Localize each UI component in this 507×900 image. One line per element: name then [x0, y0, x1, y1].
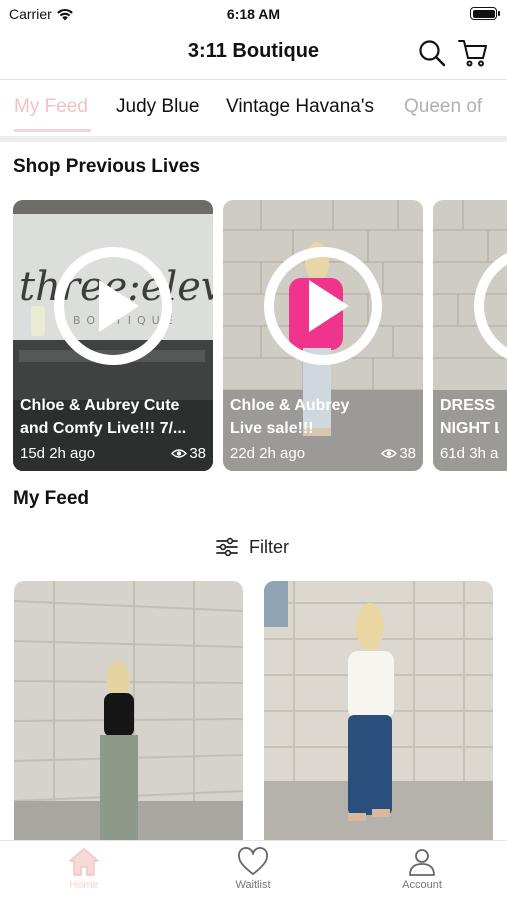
live-title-line: Live sale!!! [230, 420, 314, 437]
live-time: 22d 2h ago [230, 445, 306, 462]
nav-waitlist[interactable]: Waitlist [193, 847, 313, 891]
tabs-divider [0, 136, 507, 142]
filter-button[interactable]: Filter [215, 534, 289, 560]
live-title-line: DRESS S [440, 397, 499, 414]
status-bar: Carrier 6:18 AM [0, 0, 507, 28]
tab-queen-of[interactable]: Queen of [404, 96, 482, 118]
tab-vintage-havanas[interactable]: Vintage Havana's [226, 96, 374, 118]
live-time: 15d 2h ago [20, 445, 96, 462]
live-views: 38 [171, 445, 206, 462]
play-icon[interactable] [261, 244, 385, 368]
cart-icon[interactable] [457, 37, 489, 69]
live-card[interactable]: DRESS S NIGHT L 61d 3h a [433, 200, 507, 471]
sliders-icon [216, 537, 238, 557]
bottom-nav: Home Waitlist Account [0, 840, 507, 900]
eye-icon [381, 449, 398, 458]
feed-section-title: My Feed [13, 488, 90, 509]
live-title-line: Chloe & Aubrey [230, 397, 350, 414]
home-icon [69, 848, 99, 876]
live-title: Chloe & Aubrey Live sale!!! [230, 394, 415, 440]
battery-icon [470, 7, 500, 20]
product-card[interactable] [14, 581, 243, 840]
live-title: Chloe & Aubrey Cute and Comfy Live!!! 7/… [20, 394, 205, 440]
product-card[interactable] [264, 581, 493, 840]
header: 3:11 Boutique [0, 28, 507, 78]
active-tab-indicator [14, 129, 91, 132]
nav-waitlist-label: Waitlist [235, 879, 271, 891]
nav-home[interactable]: Home [24, 847, 144, 891]
live-title: DRESS S NIGHT L [440, 394, 499, 440]
live-card[interactable]: Chloe & Aubrey Live sale!!! 22d 2h ago 3… [223, 200, 423, 471]
nav-account-label: Account [402, 879, 442, 891]
tab-judy-blue[interactable]: Judy Blue [116, 96, 199, 118]
product-image [264, 581, 493, 840]
category-tabs: My Feed Judy Blue Vintage Havana's Queen… [0, 79, 507, 137]
live-title-line: NIGHT L [440, 420, 499, 437]
live-title-line: Chloe & Aubrey Cute [20, 397, 180, 414]
filter-label: Filter [249, 536, 289, 557]
live-card[interactable]: three:eleven BOUTIQUE Chloe & Aubrey Cut… [13, 200, 213, 471]
view-count: 38 [399, 445, 416, 462]
tab-my-feed[interactable]: My Feed [14, 96, 88, 118]
nav-home-label: Home [69, 879, 99, 891]
live-title-line: and Comfy Live!!! 7/... [20, 420, 187, 437]
product-image [14, 581, 243, 840]
eye-icon [171, 449, 188, 458]
lives-section-title: Shop Previous Lives [13, 156, 200, 177]
nav-account[interactable]: Account [362, 847, 482, 891]
heart-icon [238, 847, 268, 875]
search-icon[interactable] [417, 38, 447, 68]
person-icon [409, 849, 435, 876]
play-icon[interactable] [51, 244, 175, 368]
status-time: 6:18 AM [226, 6, 281, 22]
live-time: 61d 3h a [440, 445, 499, 462]
live-views: 38 [381, 445, 416, 462]
view-count: 38 [189, 445, 206, 462]
